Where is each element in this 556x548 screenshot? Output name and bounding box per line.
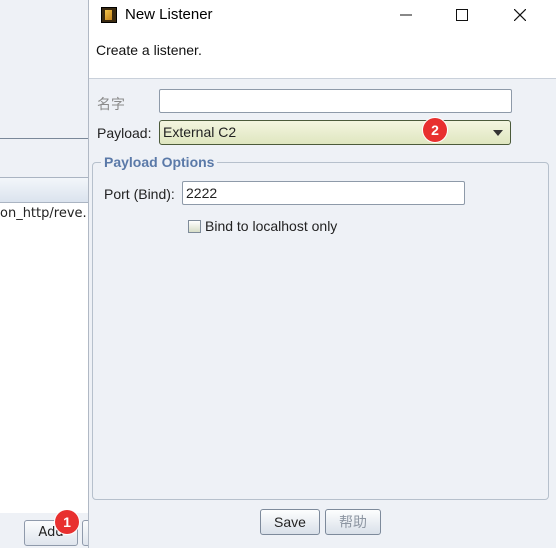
listeners-table-row[interactable]: on_http/reve... [0,206,95,221]
name-label: 名字 [97,96,125,112]
bind-localhost-label[interactable]: Bind to localhost only [205,218,337,234]
port-bind-label: Port (Bind): [104,186,175,202]
maximize-icon[interactable] [433,0,491,30]
chevron-down-icon[interactable] [493,130,503,136]
close-icon[interactable] [491,0,549,30]
listeners-table-header [0,178,90,203]
payload-options-title: Payload Options [101,154,218,170]
listener-payload-cell: on_http/reve... [0,206,95,221]
port-bind-input[interactable]: 2222 [182,181,465,205]
bind-localhost-checkbox[interactable] [188,220,201,233]
annotation-badge-2: 2 [423,118,447,142]
payload-options-group: Payload Options Port (Bind): 2222 Bind t… [92,154,549,500]
window-title: New Listener [125,6,213,23]
title-bar[interactable]: New Listener [89,0,556,30]
dialog-description: Create a listener. [96,42,202,58]
minimize-icon[interactable] [377,0,435,30]
payload-selected-value: External C2 [163,124,237,140]
cobalt-strike-app-icon [101,7,117,23]
save-button[interactable]: Save [260,509,320,535]
annotation-badge-1: 1 [55,510,79,534]
parent-window-toolbar [0,139,90,178]
new-listener-dialog: New Listener Create a listener. 名字 Paylo… [88,0,556,548]
payload-label: Payload: [97,125,152,141]
help-button[interactable]: 帮助 [325,509,381,535]
payload-dropdown[interactable]: External C2 [159,120,511,145]
name-input[interactable] [159,89,512,113]
listeners-table [0,203,90,513]
dialog-description-panel: Create a listener. [89,30,556,79]
parent-window-top [0,0,90,139]
